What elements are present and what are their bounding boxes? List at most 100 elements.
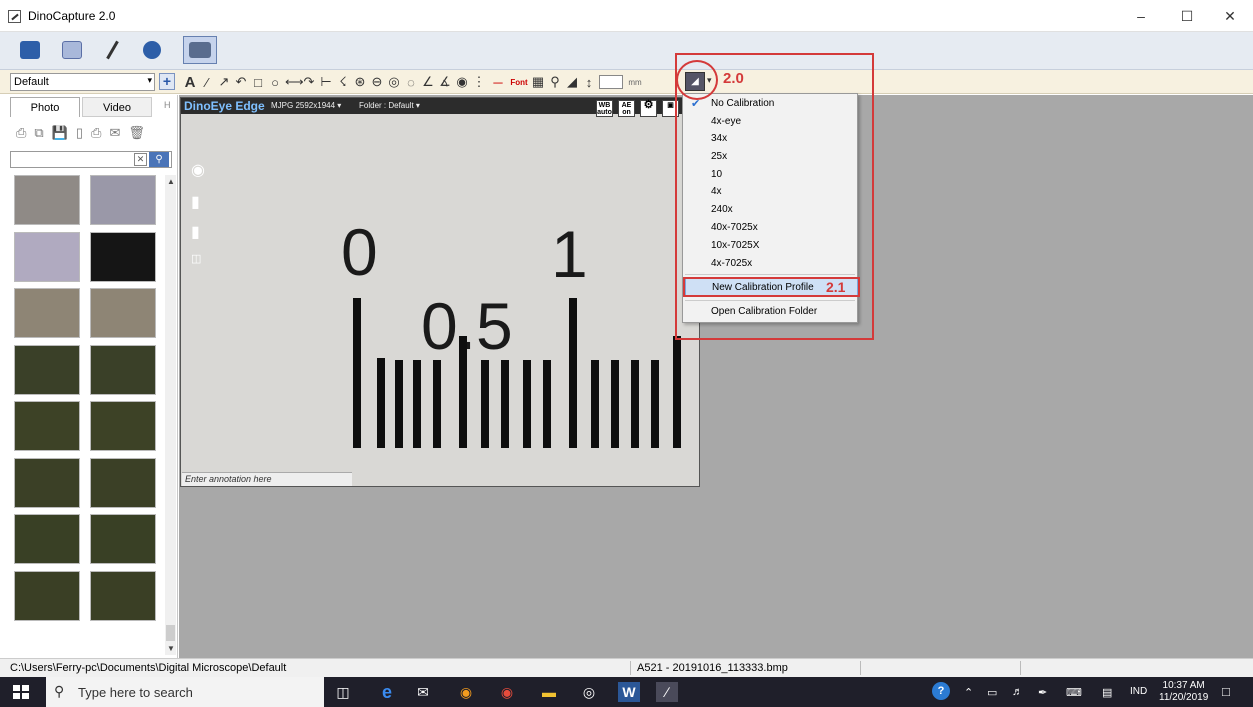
- print-icon[interactable]: ⎙: [91, 125, 101, 141]
- word-icon[interactable]: W: [618, 682, 640, 702]
- zoom-icon[interactable]: ⚲: [548, 74, 562, 90]
- start-button[interactable]: [13, 685, 29, 699]
- import-icon[interactable]: ⎙: [16, 125, 26, 141]
- search-icon[interactable]: ⚲: [149, 152, 169, 167]
- scroll-up-icon[interactable]: ▲: [167, 177, 175, 186]
- arrow-tool-icon[interactable]: ↗: [217, 74, 231, 90]
- gallery-search-input[interactable]: ✕ ⚲: [10, 151, 172, 168]
- thumbnail[interactable]: [90, 232, 156, 282]
- album-icon[interactable]: [60, 38, 84, 62]
- notifications-icon[interactable]: □: [1222, 684, 1230, 699]
- line-color-icon[interactable]: ─: [489, 75, 507, 90]
- chevron-up-icon[interactable]: ⌃: [964, 686, 973, 699]
- more-tools-icon[interactable]: ⋮: [472, 74, 486, 90]
- help-icon[interactable]: ?: [932, 682, 950, 700]
- task-view-icon[interactable]: ◫: [332, 682, 354, 702]
- thumbnail[interactable]: [14, 288, 80, 338]
- clock[interactable]: 10:37 AM 11/20/2019: [1159, 680, 1208, 704]
- chrome-icon[interactable]: ◉: [496, 682, 518, 702]
- thumbnail[interactable]: [90, 458, 156, 508]
- thumbnail[interactable]: [14, 232, 80, 282]
- language-indicator[interactable]: IND: [1130, 686, 1147, 697]
- thumbnail[interactable]: [90, 401, 156, 451]
- delete-icon[interactable]: 🗑: [128, 125, 145, 141]
- volume-icon[interactable]: ♬: [1012, 686, 1023, 698]
- folder-select[interactable]: Folder : Default ▾: [359, 101, 420, 110]
- clear-search-icon[interactable]: ✕: [134, 153, 147, 166]
- touchpad-icon[interactable]: ▤: [1102, 686, 1112, 699]
- firefox-icon[interactable]: ◉: [455, 682, 477, 702]
- taskbar-search[interactable]: ⚲ Type here to search: [46, 677, 324, 707]
- text-tool-button[interactable]: A: [183, 74, 197, 91]
- measure-perp-icon[interactable]: ⊢: [319, 74, 333, 90]
- thumbnail[interactable]: [90, 288, 156, 338]
- live-viewer[interactable]: DinoEye Edge MJPG 2592x1944 ▾ Folder : D…: [180, 97, 700, 487]
- email-icon[interactable]: ✉: [109, 125, 120, 141]
- groove-icon[interactable]: ◎: [578, 682, 600, 702]
- annotation-input[interactable]: Enter annotation here: [182, 472, 352, 486]
- white-balance-button[interactable]: WB auto: [596, 100, 613, 117]
- resolution-select[interactable]: MJPG 2592x1944 ▾: [271, 101, 341, 110]
- measure-poly-icon[interactable]: ☇: [336, 74, 350, 90]
- add-profile-button[interactable]: +: [159, 73, 175, 90]
- edge-icon[interactable]: e: [376, 682, 398, 702]
- profile-select[interactable]: Default ▾: [10, 73, 155, 91]
- mail-icon[interactable]: ✉: [412, 682, 434, 702]
- minimize-button[interactable]: –: [1118, 0, 1164, 32]
- stamp-icon[interactable]: ◉: [455, 74, 469, 90]
- ellipse-tool-icon[interactable]: ○: [268, 75, 282, 90]
- pen-icon[interactable]: ✒: [1038, 686, 1047, 699]
- scroll-thumb[interactable]: [166, 625, 175, 641]
- thumbnail[interactable]: [90, 514, 156, 564]
- thumbnail[interactable]: [90, 175, 156, 225]
- battery-icon[interactable]: ▭: [987, 686, 997, 699]
- concentric-icon[interactable]: ◎: [387, 74, 401, 90]
- circle-diam-icon[interactable]: ⊖: [370, 74, 384, 90]
- edof-icon[interactable]: ◫: [191, 252, 201, 265]
- color-icon[interactable]: ◢: [565, 74, 579, 90]
- thumbnail[interactable]: [14, 514, 80, 564]
- info-icon[interactable]: [140, 38, 164, 62]
- angle-icon[interactable]: ∠: [421, 74, 435, 90]
- tag-icon[interactable]: ▯: [76, 125, 83, 141]
- file-explorer-icon[interactable]: ▬: [538, 682, 560, 702]
- scroll-down-icon[interactable]: ▼: [167, 644, 175, 653]
- polyline-tool-icon[interactable]: ↶: [234, 74, 248, 90]
- auto-exposure-button[interactable]: AE on: [618, 100, 635, 117]
- circle-3pt-icon[interactable]: ⊛: [353, 74, 367, 90]
- line-tool-icon[interactable]: ∕: [200, 75, 214, 90]
- thumbnail[interactable]: [90, 345, 156, 395]
- arc-icon[interactable]: ◌: [404, 75, 418, 90]
- keyboard-icon[interactable]: ⌨: [1066, 686, 1082, 699]
- camera-icon[interactable]: ◉: [191, 160, 205, 180]
- tools-icon[interactable]: [100, 38, 124, 62]
- thumbnail[interactable]: [14, 458, 80, 508]
- grid-icon[interactable]: ▦: [531, 74, 545, 90]
- thumbnail[interactable]: [14, 345, 80, 395]
- panel-collapse-button[interactable]: H: [164, 100, 171, 110]
- maximize-button[interactable]: ☐: [1164, 0, 1210, 32]
- save-icon[interactable]: 💾: [52, 125, 68, 141]
- settings-icon[interactable]: ⚙: [640, 100, 657, 117]
- size-input[interactable]: [599, 75, 623, 89]
- tab-photo[interactable]: Photo: [10, 97, 80, 117]
- close-button[interactable]: ✕: [1207, 0, 1253, 32]
- tab-video[interactable]: Video: [82, 97, 152, 117]
- thumbnail[interactable]: [14, 175, 80, 225]
- rectangle-tool-icon[interactable]: □: [251, 75, 265, 90]
- thumbnail[interactable]: [90, 571, 156, 621]
- live-view-icon[interactable]: [183, 36, 217, 64]
- angle2-icon[interactable]: ∡: [438, 74, 452, 90]
- dinocapture-icon[interactable]: ∕: [656, 682, 678, 702]
- font-button[interactable]: Font: [510, 78, 528, 87]
- thumbnail-scrollbar[interactable]: ▲ ▼: [165, 175, 176, 655]
- folder-icon[interactable]: [18, 38, 42, 62]
- thumbnail[interactable]: [14, 571, 80, 621]
- copy-icon[interactable]: ⧉: [34, 125, 43, 141]
- size-icon[interactable]: ↕: [582, 75, 596, 90]
- record-icon[interactable]: ▮: [191, 192, 200, 212]
- measure-polyline-icon[interactable]: ↷: [302, 74, 316, 90]
- thumbnail[interactable]: [14, 401, 80, 451]
- timer-record-icon[interactable]: ▮: [191, 222, 200, 242]
- measure-line-icon[interactable]: ⟷: [285, 74, 304, 90]
